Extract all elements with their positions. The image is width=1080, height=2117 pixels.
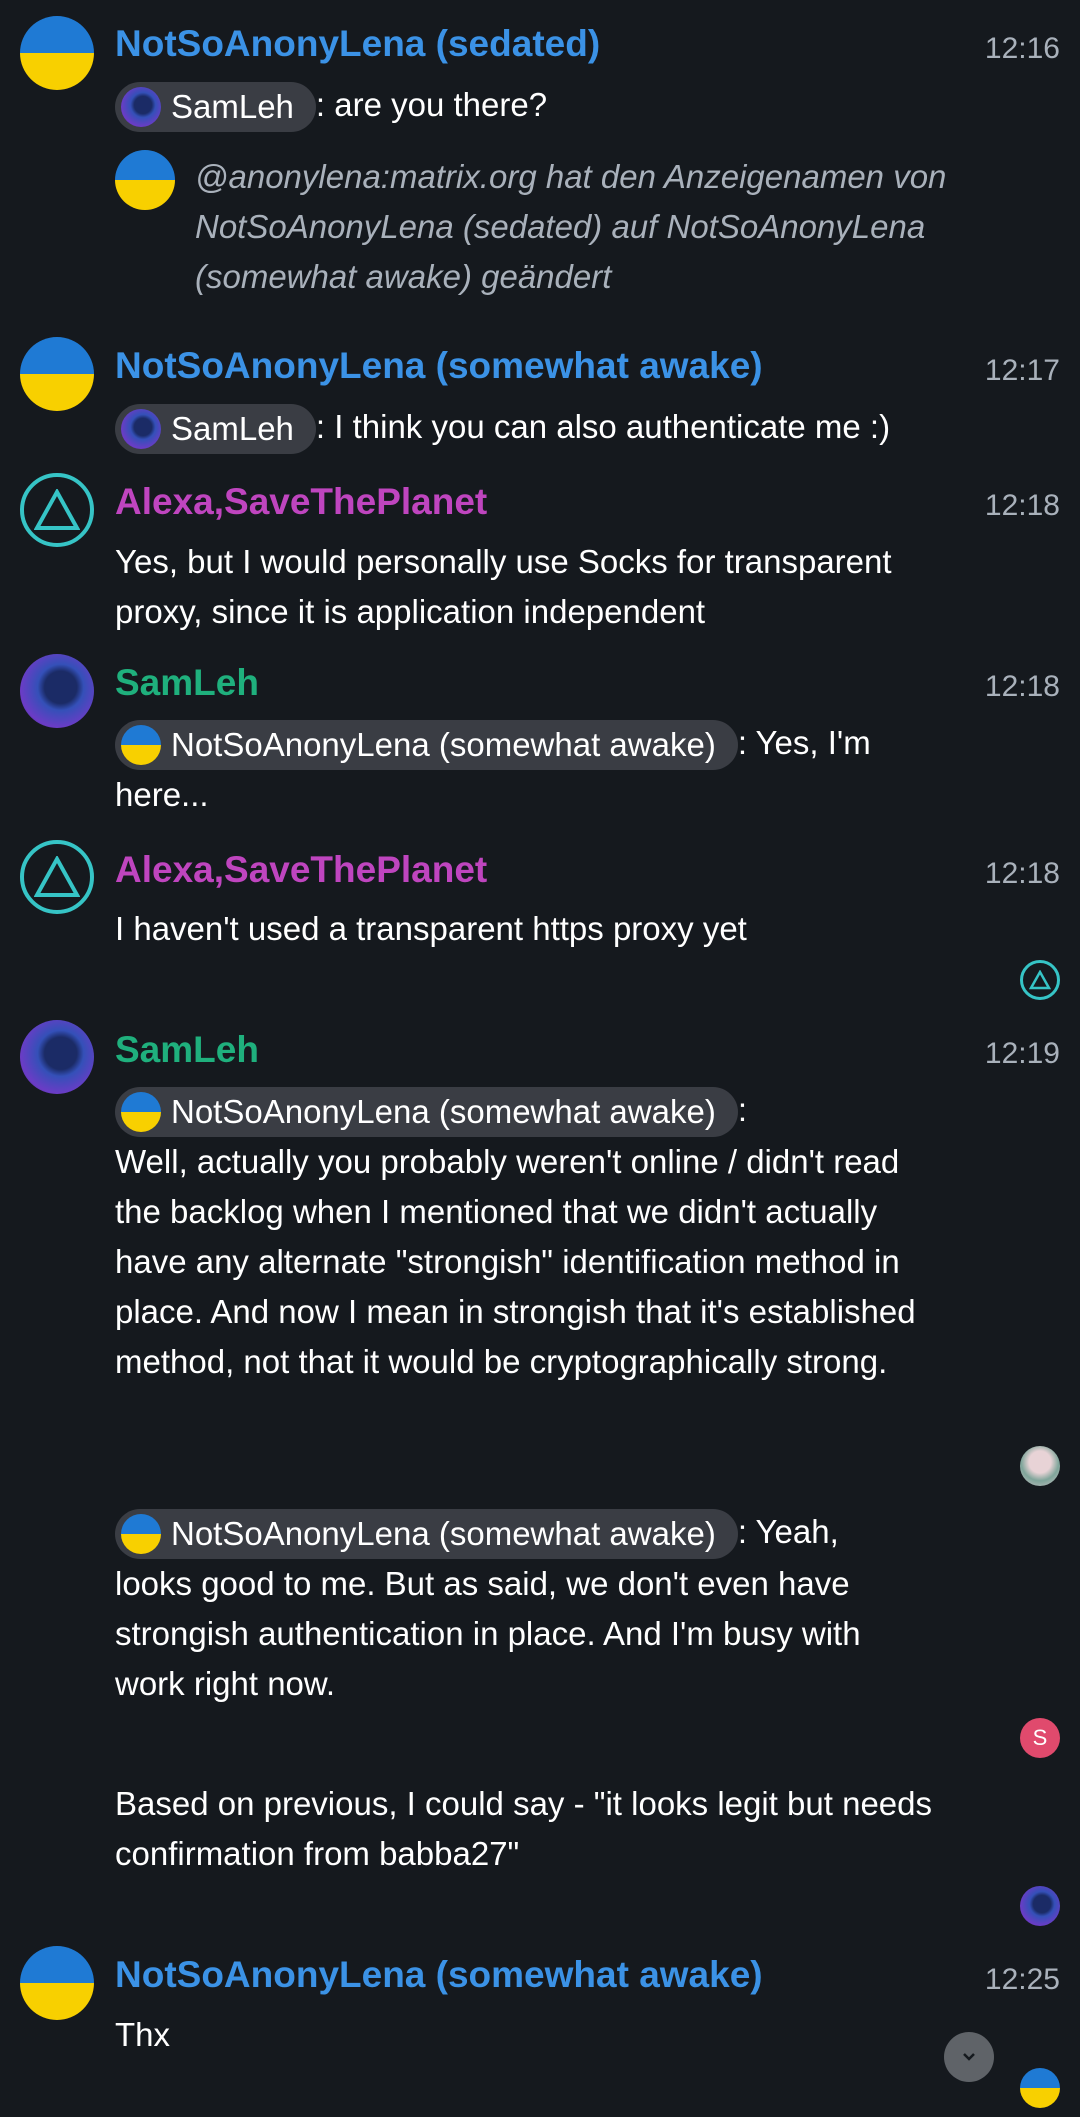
avatar-notsoanonylena[interactable] [20, 1946, 94, 2020]
message-text: Based on previous, I could say - "it loo… [115, 1785, 933, 1872]
jump-to-bottom-button[interactable] [944, 2032, 994, 2082]
sender-name[interactable]: NotSoAnonyLena (sedated) [115, 22, 600, 66]
timestamp: 12:17 [984, 354, 1060, 387]
timestamp: 12:18 [984, 670, 1060, 703]
avatar [121, 1514, 161, 1555]
avatar [121, 1092, 161, 1133]
timestamp: 12:18 [984, 857, 1060, 890]
message-text: : are you there? [315, 86, 548, 123]
avatar-samleh[interactable] [20, 654, 94, 728]
mention-label: NotSoAnonyLena (somewhat awake) [171, 1515, 716, 1553]
timestamp: 12:16 [984, 32, 1060, 65]
mention-label: SamLeh [171, 410, 294, 448]
mention-pill[interactable]: SamLeh [115, 404, 316, 455]
triangle-icon [34, 856, 80, 897]
avatar-alexa[interactable] [20, 473, 94, 547]
read-receipt-notsoanonylena[interactable] [1020, 2068, 1060, 2108]
message-text: here... [115, 776, 209, 814]
message-body: NotSoAnonyLena (somewhat awake): Well, a… [115, 1085, 935, 1387]
timestamp: 12:18 [984, 489, 1060, 522]
mention-pill[interactable]: NotSoAnonyLena (somewhat awake) [115, 1087, 738, 1138]
triangle-icon [1029, 970, 1051, 990]
message-text: : Yes, I'm [737, 724, 871, 761]
chevron-down-icon [963, 2053, 975, 2061]
message-text: : [737, 1091, 747, 1128]
mention-label: SamLeh [171, 88, 294, 126]
message-body: SamLeh : I think you can also authenticat… [115, 402, 891, 455]
avatar-notsoanonylena[interactable] [20, 16, 94, 90]
message-text: Well, actually you probably weren't onli… [115, 1143, 916, 1381]
sender-name[interactable]: Alexa,SaveThePlanet [115, 480, 487, 524]
sender-name[interactable]: SamLeh [115, 1028, 259, 1072]
message-text: : I think you can also authenticate me :… [315, 408, 891, 445]
avatar-alexa[interactable] [20, 840, 94, 914]
sender-name[interactable]: NotSoAnonyLena (somewhat awake) [115, 1953, 763, 1997]
message-body: NotSoAnonyLena (somewhat awake) : Yeah, l… [115, 1507, 935, 1709]
message-text: I haven't used a transparent https proxy… [115, 910, 747, 947]
message-text: looks good to me. But as said, we don't … [115, 1565, 861, 1703]
read-receipt-samleh[interactable] [1020, 1886, 1060, 1926]
notice-avatar [115, 150, 175, 210]
timestamp: 12:19 [984, 1037, 1060, 1070]
triangle-icon [34, 489, 80, 530]
mention-pill[interactable]: NotSoAnonyLena (somewhat awake) [115, 1509, 738, 1560]
sender-name[interactable]: SamLeh [115, 661, 259, 705]
avatar [121, 409, 161, 450]
mention-pill[interactable]: SamLeh [115, 82, 316, 133]
sender-name[interactable]: Alexa,SaveThePlanet [115, 848, 487, 892]
avatar-samleh[interactable] [20, 1020, 94, 1094]
message-text: Yes, but I would personally use Socks fo… [115, 543, 892, 630]
state-event-notice: @anonylena:matrix.org hat den Anzeigenam… [195, 158, 947, 295]
timestamp: 12:25 [984, 1963, 1060, 1996]
avatar [121, 87, 161, 128]
avatar-notsoanonylena[interactable] [20, 337, 94, 411]
mention-label: NotSoAnonyLena (somewhat awake) [171, 1093, 716, 1131]
avatar [121, 725, 161, 766]
read-receipt[interactable] [1020, 1446, 1060, 1486]
message-text: : Yeah, [737, 1513, 839, 1550]
mention-pill[interactable]: NotSoAnonyLena (somewhat awake) [115, 720, 738, 771]
read-receipt-alexa[interactable] [1020, 960, 1060, 1000]
read-receipt[interactable]: S [1020, 1718, 1060, 1758]
sender-name[interactable]: NotSoAnonyLena (somewhat awake) [115, 344, 763, 388]
mention-label: NotSoAnonyLena (somewhat awake) [171, 726, 716, 764]
message-text: Thx [115, 2016, 171, 2053]
message-body: SamLeh : are you there? [115, 80, 548, 133]
message-body: NotSoAnonyLena (somewhat awake) : Yes, I'… [115, 718, 975, 820]
